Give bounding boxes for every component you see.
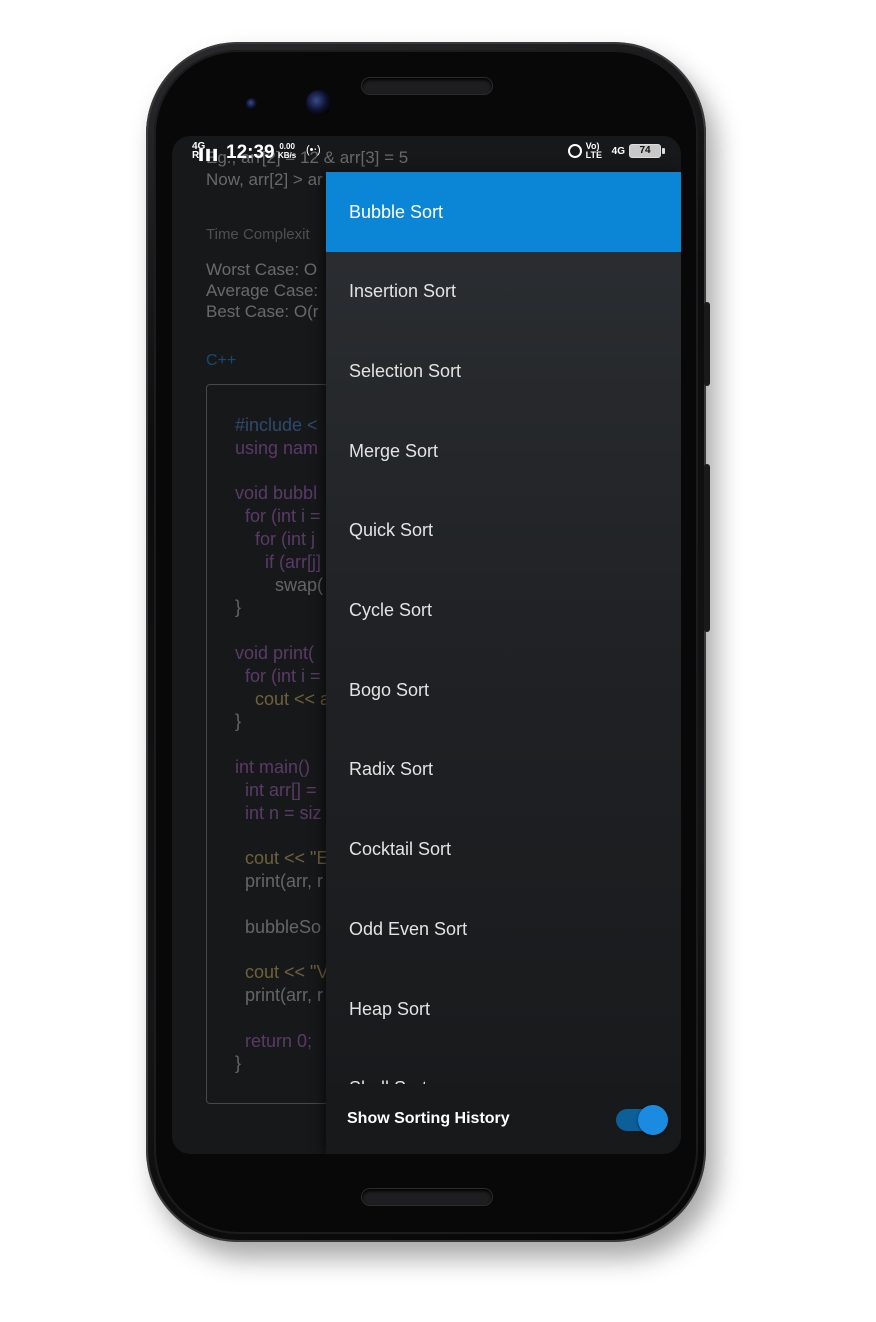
menu-item-bubble-sort[interactable]: Bubble Sort xyxy=(326,172,681,252)
menu-item-cycle-sort[interactable]: Cycle Sort xyxy=(326,571,681,651)
menu-item-quick-sort[interactable]: Quick Sort xyxy=(326,491,681,571)
menu-item-odd-even-sort[interactable]: Odd Even Sort xyxy=(326,889,681,969)
code-line: int n = siz xyxy=(245,802,322,823)
code-line: swap( xyxy=(275,574,324,595)
code-line: void print( xyxy=(235,643,315,663)
code-line: cout << "V xyxy=(245,962,329,983)
toggle-knob[interactable] xyxy=(638,1105,668,1135)
volume-button xyxy=(704,464,710,632)
status-icons-right: Vo) LTE 4G 74 xyxy=(567,141,665,160)
bottom-speaker xyxy=(362,1189,492,1205)
code-line: int main() xyxy=(235,757,311,777)
front-camera xyxy=(306,90,332,116)
code-line: } xyxy=(235,711,242,732)
language-label: C++ xyxy=(206,352,237,369)
menu-item-label: Insertion Sort xyxy=(349,281,457,302)
code-line: for (int i = xyxy=(245,665,321,686)
clock: 12:39 xyxy=(226,142,275,163)
battery-icon: 74 xyxy=(629,144,665,158)
earpiece-speaker xyxy=(362,78,492,94)
navigation-drawer: Bubble Sort Insertion Sort Selection Sort M… xyxy=(326,172,681,1154)
menu-item-label: Odd Even Sort xyxy=(349,918,468,939)
menu-item-radix-sort[interactable]: Radix Sort xyxy=(326,730,681,810)
network-speed: 0.00 KB/s xyxy=(278,142,296,160)
speed-unit: KB/s xyxy=(278,151,297,160)
code-line: } xyxy=(235,1053,242,1074)
drawer-footer: Show Sorting History xyxy=(326,1084,681,1154)
menu-item-label: Cycle Sort xyxy=(349,600,433,620)
code-line: return 0; xyxy=(245,1030,313,1051)
average-case-text: Average Case: xyxy=(206,281,319,300)
hotspot-icon: (•⋅) xyxy=(306,144,321,156)
sorting-history-toggle[interactable] xyxy=(616,1105,668,1135)
example-line: Now, arr[2] > ar xyxy=(206,170,323,189)
code-line: #include < xyxy=(235,415,318,435)
menu-item-insertion-sort[interactable]: Insertion Sort xyxy=(326,252,681,332)
menu-item-label: Selection Sort xyxy=(349,360,462,381)
best-case-text: Best Case: O(r xyxy=(206,302,319,321)
menu-item-heap-sort[interactable]: Heap Sort xyxy=(326,969,681,1049)
code-line: bubbleSo xyxy=(245,916,322,937)
screen: Eg., arr[2] = 12 & arr[3] = 5 Now, arr[2… xyxy=(172,136,681,1154)
code-line: cout << a xyxy=(255,688,331,709)
code-line: if (arr[j] xyxy=(265,551,321,572)
menu-item-label: Bubble Sort xyxy=(349,201,444,222)
worst-case-text: Worst Case: O xyxy=(206,260,318,279)
front-sensor xyxy=(246,98,258,110)
menu-item-label: Quick Sort xyxy=(349,520,434,541)
menu-item-selection-sort[interactable]: Selection Sort xyxy=(326,331,681,411)
code-line: using nam xyxy=(235,437,319,458)
signal-icon: R▌▌▌ xyxy=(192,150,221,161)
sorting-history-label: Show Sorting History xyxy=(347,1110,510,1127)
menu-item-label: Cocktail Sort xyxy=(349,839,452,860)
code-line: int arr[] = xyxy=(245,779,317,800)
menu-item-bogo-sort[interactable]: Bogo Sort xyxy=(326,650,681,730)
code-line: for (int j xyxy=(255,529,316,549)
alarm-icon xyxy=(567,144,582,158)
volte-indicator: Vo) LTE xyxy=(585,141,602,160)
network-indicator: 4G R▌▌▌ xyxy=(192,142,221,161)
status-bar: 4G R▌▌▌ 12:39 0.00 KB/s (•⋅) Vo) LTE 4G … xyxy=(172,136,681,172)
menu-item-cocktail-sort[interactable]: Cocktail Sort xyxy=(326,810,681,890)
menu-item-label: Bogo Sort xyxy=(349,679,430,700)
network-type-right: 4G xyxy=(611,145,625,157)
code-line: print(arr, r xyxy=(245,871,324,891)
code-line: print(arr, r xyxy=(245,985,324,1005)
speed-value: 0.00 xyxy=(279,142,295,151)
menu-item-merge-sort[interactable]: Merge Sort xyxy=(326,411,681,491)
menu-item-label: Merge Sort xyxy=(349,440,439,461)
menu-item-label: Radix Sort xyxy=(349,759,434,780)
code-line: void bubbl xyxy=(235,483,318,504)
code-line: } xyxy=(235,597,242,618)
code-line: cout << "E xyxy=(245,848,329,869)
code-line: for (int i = xyxy=(245,506,321,527)
complexity-heading: Time Complexit xyxy=(206,226,310,243)
menu-item-label: Heap Sort xyxy=(349,998,431,1019)
power-button xyxy=(704,302,710,386)
